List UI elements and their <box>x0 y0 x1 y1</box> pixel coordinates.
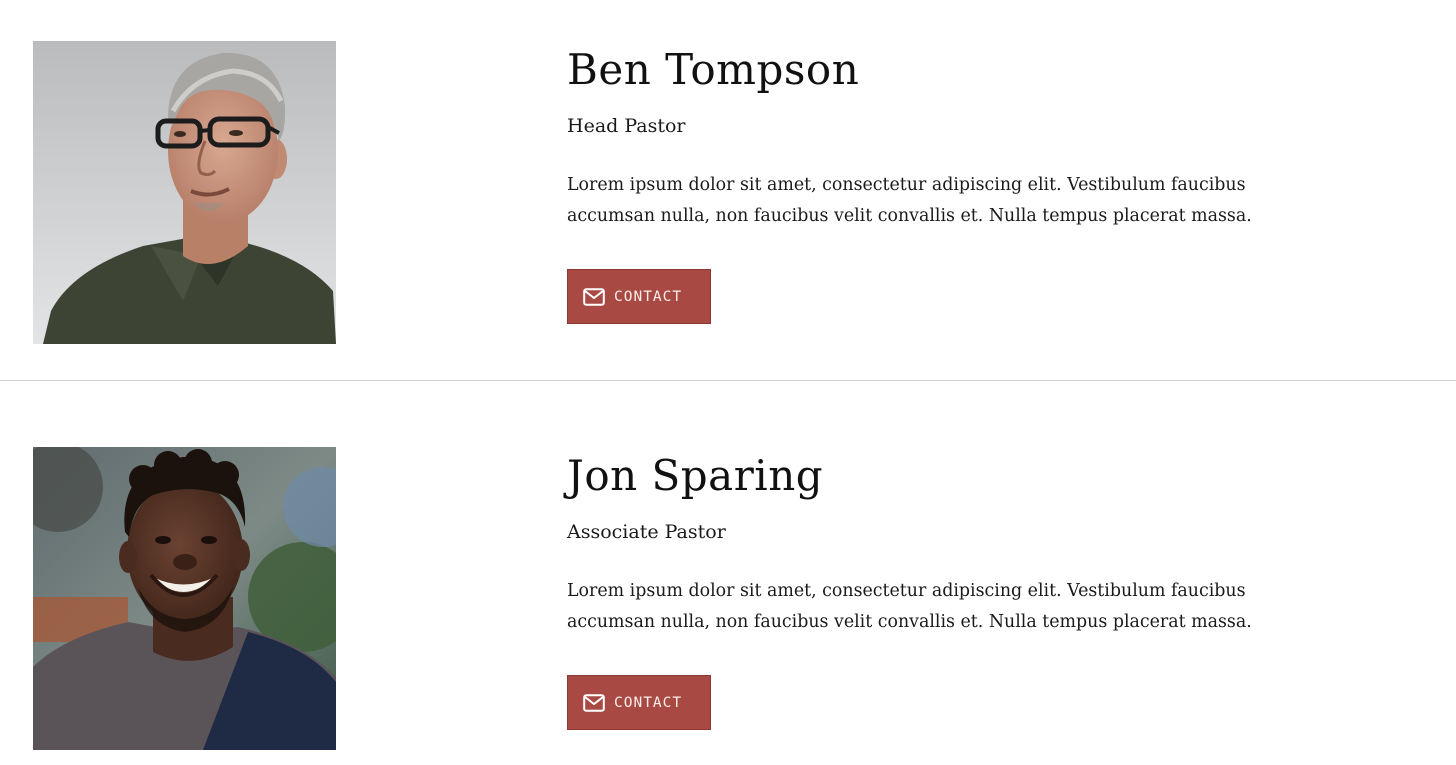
contact-button-label: CONTACT <box>614 694 683 711</box>
staff-role: Associate Pastor <box>567 521 726 543</box>
envelope-icon <box>583 287 605 306</box>
envelope-icon <box>583 693 605 712</box>
staff-name: Jon Sparing <box>567 451 824 500</box>
staff-list: Ben Tompson Head Pastor Lorem ipsum dolo… <box>0 0 1456 765</box>
contact-button[interactable]: CONTACT <box>567 675 711 730</box>
staff-role: Head Pastor <box>567 115 686 137</box>
staff-name: Ben Tompson <box>567 45 860 94</box>
staff-bio: Lorem ipsum dolor sit amet, consectetur … <box>567 581 1252 632</box>
staff-photo-jon-sparing <box>33 447 336 750</box>
divider <box>0 380 1456 381</box>
staff-bio: Lorem ipsum dolor sit amet, consectetur … <box>567 175 1252 226</box>
staff-card: Jon Sparing Associate Pastor Lorem ipsum… <box>0 406 1456 750</box>
staff-photo-ben-tompson <box>33 41 336 344</box>
staff-card: Ben Tompson Head Pastor Lorem ipsum dolo… <box>0 0 1456 344</box>
contact-button-label: CONTACT <box>614 288 683 305</box>
contact-button[interactable]: CONTACT <box>567 269 711 324</box>
